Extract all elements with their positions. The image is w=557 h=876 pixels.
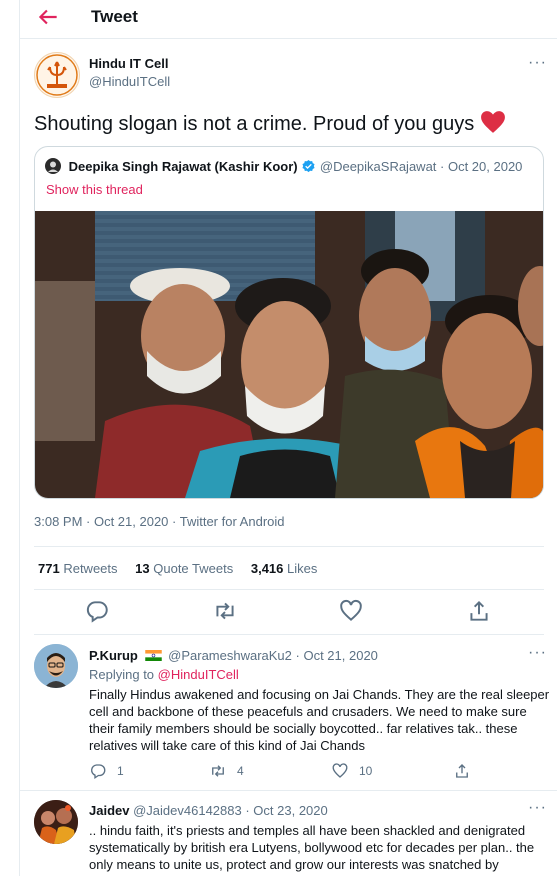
more-icon[interactable]: ··· bbox=[528, 799, 547, 817]
reply-date[interactable]: · Oct 23, 2020 bbox=[245, 803, 327, 818]
quoted-tweet[interactable]: Deepika Singh Rajawat (Kashir Koor) @Dee… bbox=[34, 146, 544, 499]
reply-date[interactable]: · Oct 21, 2020 bbox=[296, 648, 378, 663]
reply-icon bbox=[91, 764, 106, 780]
reply-actions: 1 4 10 bbox=[89, 762, 509, 782]
tweet-stats: 771 Retweets 13 Quote Tweets 3,416 Likes bbox=[38, 561, 317, 576]
page-title: Tweet bbox=[91, 7, 138, 26]
quoted-tweet-photo[interactable] bbox=[35, 211, 543, 498]
reply-author-name[interactable]: P.Kurup bbox=[89, 648, 138, 663]
reply-text: .. hindu faith, it's priests and temples… bbox=[89, 823, 535, 872]
reply-text: Finally Hindus awakened and focusing on … bbox=[89, 687, 550, 753]
tweet-actions bbox=[20, 598, 557, 626]
trishul-logo bbox=[36, 54, 78, 96]
photo-avatar bbox=[34, 800, 78, 844]
heart-emoji-icon bbox=[480, 111, 505, 133]
quoted-author-avatar bbox=[45, 158, 61, 174]
reply-author-name[interactable]: Jaidev bbox=[89, 803, 129, 818]
tweet-timestamp[interactable]: 3:08 PM · Oct 21, 2020 · Twitter for And… bbox=[34, 514, 285, 529]
replying-to-link[interactable]: @HinduITCell bbox=[158, 667, 239, 682]
india-flag-icon bbox=[144, 650, 162, 661]
share-icon[interactable] bbox=[466, 598, 492, 624]
reply-author-avatar[interactable] bbox=[34, 800, 78, 844]
quote-tweets-stat[interactable]: 13 Quote Tweets bbox=[135, 561, 233, 576]
reply-header: P.Kurup @ParameshwaraKu2 · Oct 21, 2020 bbox=[89, 648, 378, 663]
likes-stat[interactable]: 3,416 Likes bbox=[251, 561, 318, 576]
quoted-author-handle: @DeepikaSRajawat bbox=[319, 159, 437, 174]
reply-author-avatar[interactable] bbox=[34, 644, 78, 688]
quoted-author-name: Deepika Singh Rajawat (Kashir Koor) bbox=[68, 159, 298, 174]
reply-reply-action[interactable]: 1 bbox=[89, 762, 124, 780]
reply-author-handle[interactable]: @ParameshwaraKu2 bbox=[168, 648, 292, 663]
divider bbox=[34, 546, 544, 547]
reply-tweet[interactable]: P.Kurup @ParameshwaraKu2 · Oct 21, 2020 … bbox=[20, 634, 557, 790]
reply-retweet-action[interactable]: 4 bbox=[209, 762, 244, 780]
reply-icon[interactable] bbox=[84, 598, 110, 624]
quoted-tweet-header: Deepika Singh Rajawat (Kashir Koor) @Dee… bbox=[45, 158, 522, 174]
more-icon[interactable]: ··· bbox=[528, 54, 547, 72]
author-avatar[interactable] bbox=[34, 52, 80, 98]
quoted-tweet-date: · Oct 20, 2020 bbox=[440, 159, 523, 174]
retweet-icon bbox=[212, 765, 224, 777]
back-arrow-icon[interactable] bbox=[35, 4, 61, 30]
author-name[interactable]: Hindu IT Cell bbox=[89, 56, 168, 71]
reply-author-handle[interactable]: @Jaidev46142883 bbox=[133, 803, 242, 818]
divider bbox=[34, 589, 544, 590]
replying-to: Replying to @HinduITCell bbox=[89, 667, 239, 682]
retweet-icon[interactable] bbox=[212, 598, 238, 624]
page-header: Tweet bbox=[20, 0, 557, 39]
reply-share-action[interactable] bbox=[453, 762, 471, 780]
like-icon bbox=[332, 763, 348, 778]
more-icon[interactable]: ··· bbox=[528, 644, 547, 662]
cartoon-avatar bbox=[34, 644, 78, 688]
tweet-page: Tweet Hindu IT Cell @HinduITCell ··· Sho… bbox=[19, 0, 557, 876]
author-handle[interactable]: @HinduITCell bbox=[89, 74, 170, 89]
show-thread-link[interactable]: Show this thread bbox=[46, 182, 143, 197]
retweets-stat[interactable]: 771 Retweets bbox=[38, 561, 118, 576]
tweet-text-body: Shouting slogan is not a crime. Proud of… bbox=[34, 113, 475, 135]
reply-like-action[interactable]: 10 bbox=[331, 762, 372, 780]
like-icon[interactable] bbox=[338, 598, 364, 624]
verified-badge-icon bbox=[302, 159, 315, 173]
reply-tweet[interactable]: Jaidev @Jaidev46142883 · Oct 23, 2020 ··… bbox=[20, 790, 557, 876]
share-icon bbox=[456, 764, 468, 778]
reply-header: Jaidev @Jaidev46142883 · Oct 23, 2020 bbox=[89, 803, 328, 818]
tweet-text: Shouting slogan is not a crime. Proud of… bbox=[34, 110, 506, 137]
